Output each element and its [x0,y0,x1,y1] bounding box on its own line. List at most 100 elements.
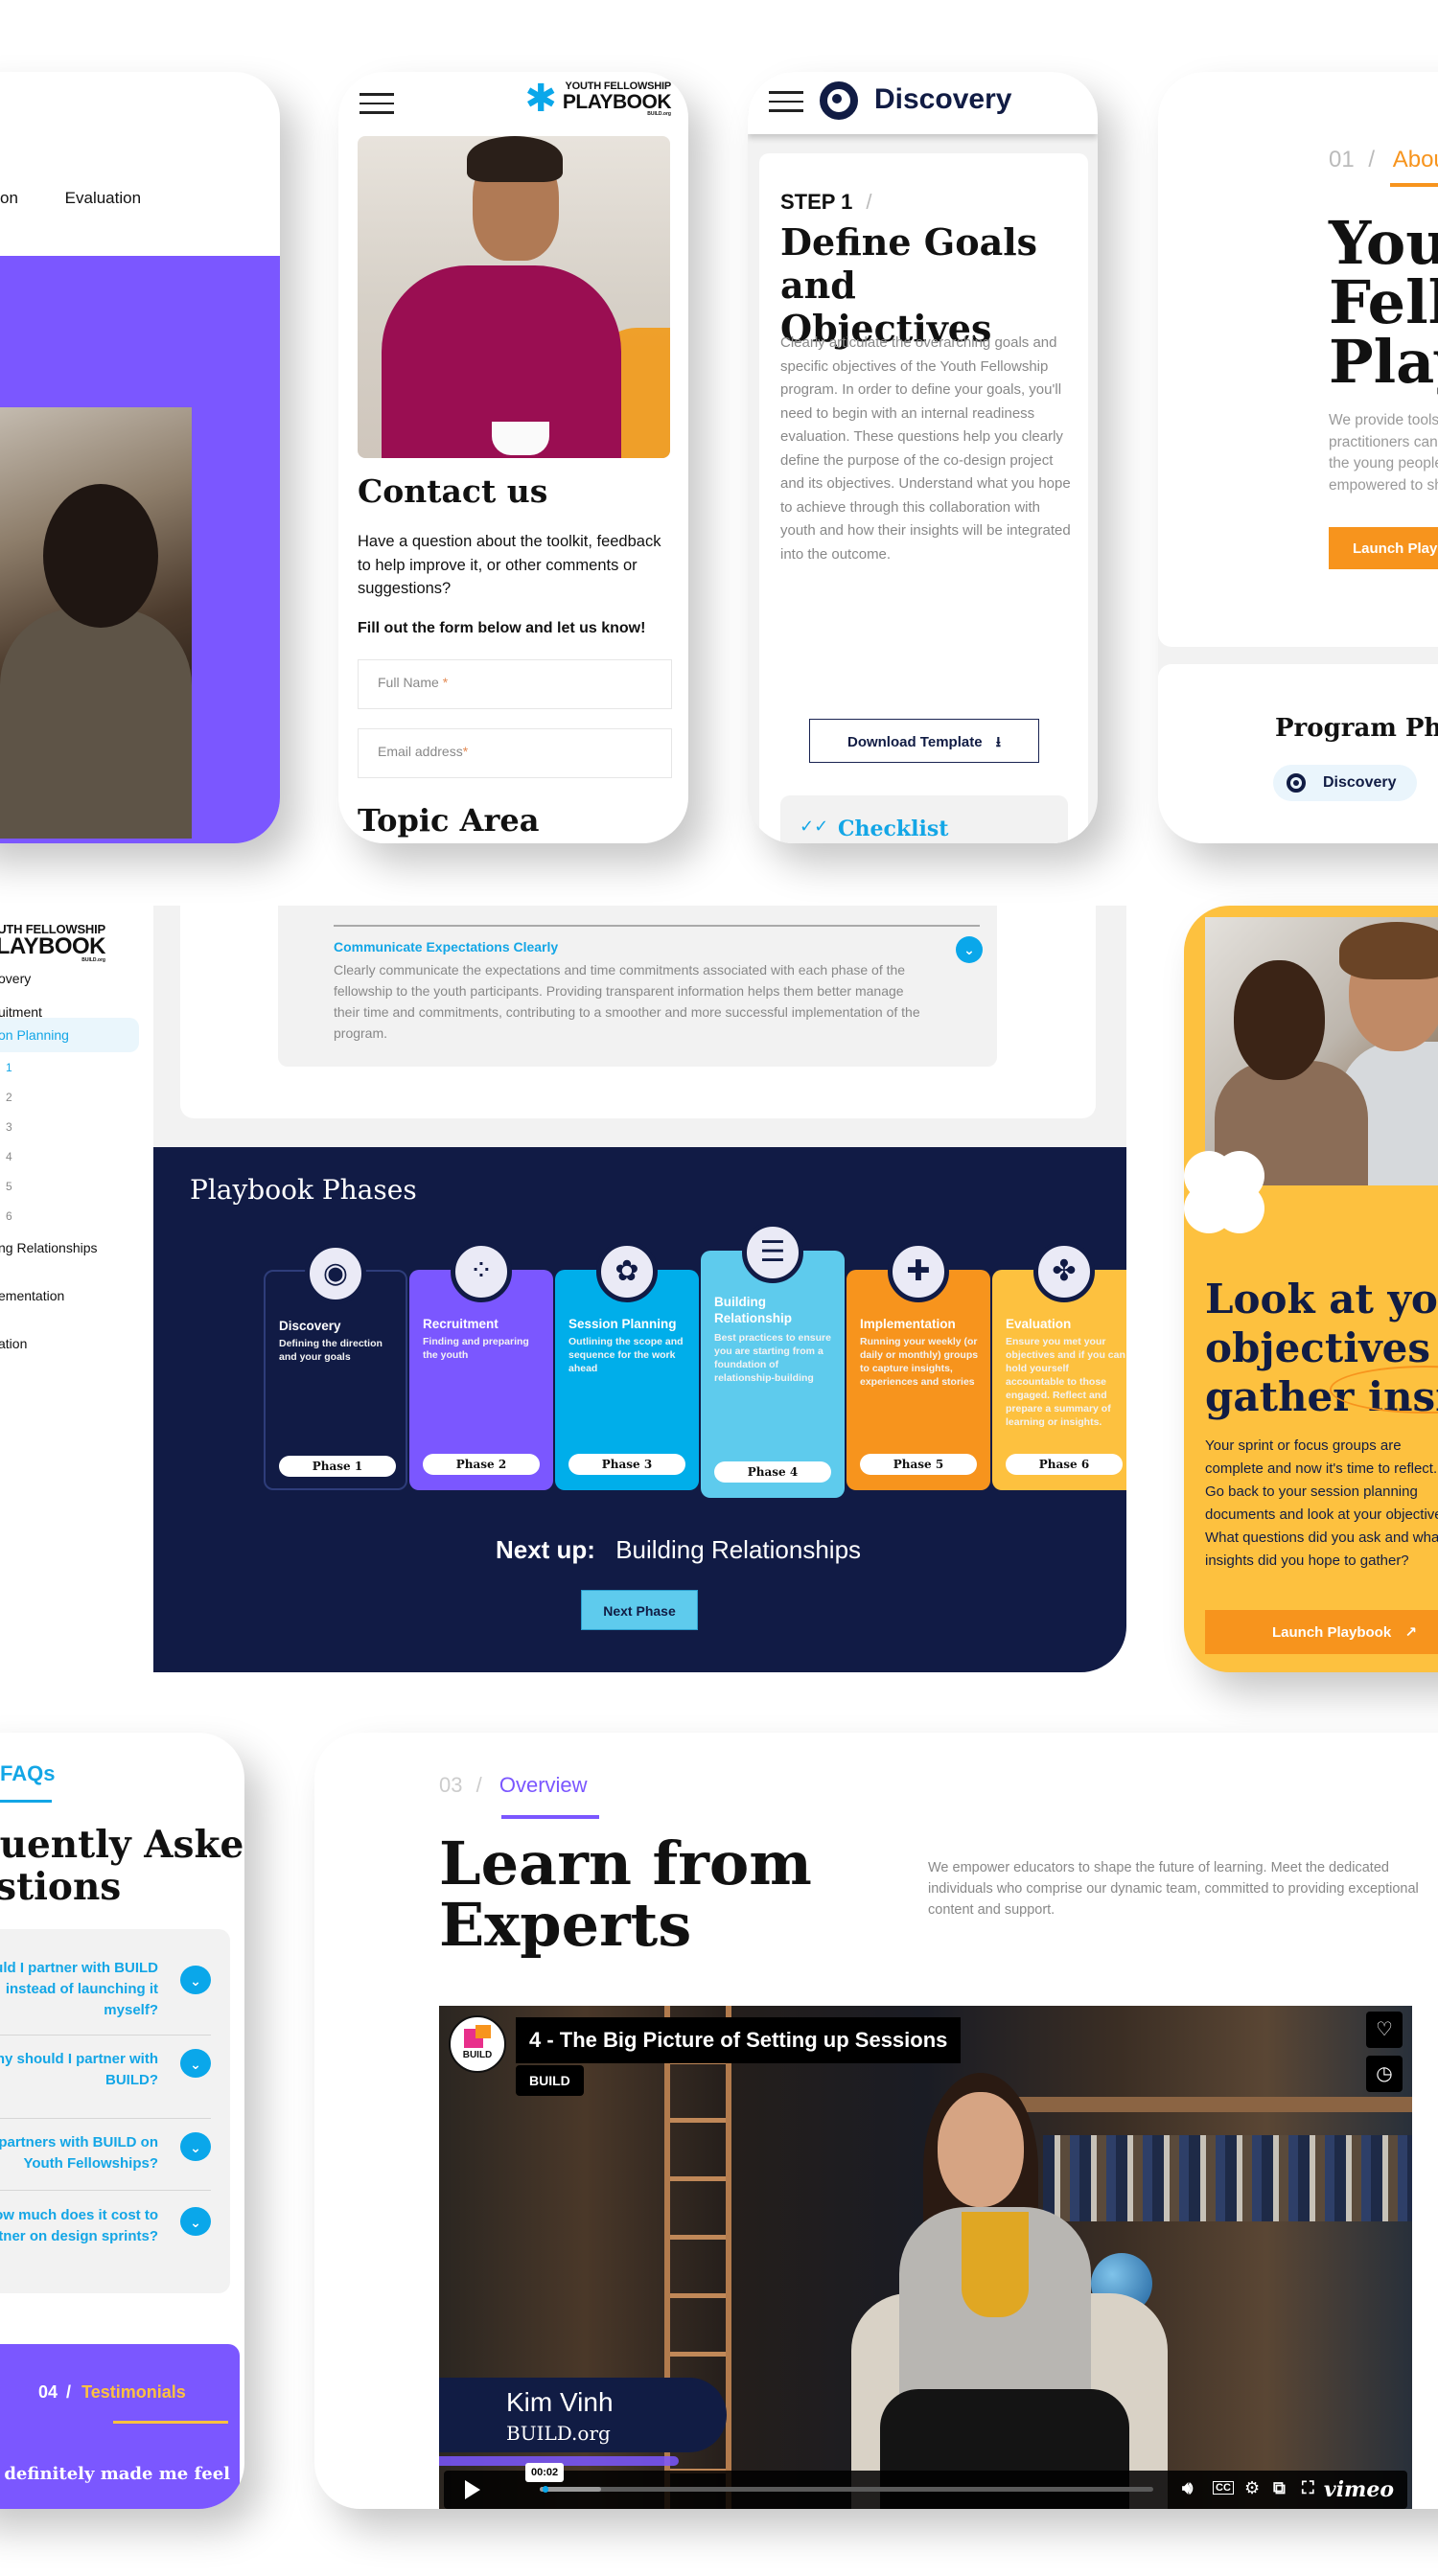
sidebar-item-discovery[interactable]: overy [0,971,31,986]
hamburger-icon[interactable] [769,91,803,114]
phase-button[interactable]: Phase 2 [423,1454,540,1475]
download-label: Download Template [847,734,983,750]
sidebar-item-recruitment[interactable]: uitment [0,1004,42,1020]
email-input[interactable]: Email address* [358,728,672,778]
experts-description: We empower educators to shape the future… [928,1860,1419,1918]
phase-card[interactable]: ⁘ Recruitment Finding and preparing the yo… [409,1241,553,1490]
about-description: We provide tools and resources so practi… [1329,410,1438,496]
settings-gear-icon[interactable]: ⚙ [1244,2478,1260,2498]
sidebar-item-evaluation[interactable]: ation [0,1336,27,1351]
download-icon: ⭳ [995,734,1001,750]
picture-in-picture-icon[interactable]: ⧉ [1273,2478,1286,2498]
sidebar-item-building-relationships[interactable]: ng Relationships [0,1240,98,1255]
phase-card[interactable]: ◉ Discovery Defining the direction and you… [264,1243,407,1490]
section-breadcrumb: 01 / About [1329,147,1438,187]
chevron-down-icon[interactable]: ⌄ [180,2207,211,2236]
faq-question[interactable]: Who partners with BUILD on Youth Fellows… [0,2132,158,2174]
nav-item-evaluation[interactable]: Evaluation [65,189,141,207]
playbook-logo[interactable]: YOUTH FELLOWSHIP PLAYBOOK BUILD.org [0,923,106,963]
speaker-org: BUILD.org [506,2422,611,2445]
phase-pill-discovery[interactable]: Discovery [1273,765,1417,801]
crumb-slash: / [1368,147,1376,172]
phase-button[interactable]: Phase 5 [860,1454,977,1475]
phase-button[interactable]: Phase 3 [568,1454,685,1475]
phase-card[interactable]: ✚ Implementation Running your weekly (or d… [847,1241,990,1490]
chevron-down-icon[interactable]: ⌄ [180,1966,211,1994]
video-scene [962,2212,1029,2317]
program-phases-title: Program Phases [1275,714,1438,743]
accordion-text: Clearly communicate the expectations and… [334,962,920,1041]
full-name-input[interactable]: Full Name * [358,659,672,709]
download-template-button[interactable]: Download Template ⭳ [809,719,1039,763]
chevron-down-icon[interactable]: ⌄ [956,936,983,963]
target-icon [1287,773,1306,793]
volume-icon[interactable]: 🔊︎ [1182,2478,1193,2498]
checklist-title: Checklist [838,816,949,841]
question-line: myself? [104,2002,158,2018]
step-label: STEP 1 / [780,190,872,215]
faq-question[interactable]: How much does it cost to partner on desi… [0,2205,158,2247]
sidebar-subitem-4[interactable]: 4 [6,1150,12,1163]
phase-card[interactable]: ✿ Session Planning Outlining the scope and… [555,1241,699,1490]
sidebar-item-implementation[interactable]: ementation [0,1288,64,1303]
phase-button[interactable]: Phase 1 [279,1456,396,1477]
play-icon[interactable] [465,2480,480,2499]
heading-line: Fellowship [1329,267,1438,337]
faq-divider [0,2190,211,2191]
faq-question[interactable]: Why should I partner with BUILD instead … [0,1958,158,2021]
channel-avatar[interactable]: BUILD [449,2015,506,2073]
buffered-bar [540,2487,601,2492]
full-name-placeholder: Full Name [378,675,439,690]
chevron-down-icon[interactable]: ⌄ [180,2132,211,2161]
playbook-phases-title: Playbook Phases [190,1174,417,1206]
captions-icon[interactable]: CC [1213,2481,1234,2495]
sidebar-subitem-3[interactable]: 3 [6,1120,12,1134]
top-nav: on Evaluation [0,189,183,208]
accordion-title[interactable]: Communicate Expectations Clearly [334,939,558,954]
testimonial-quote: The sprint definitely made me feel [0,2464,230,2484]
sidebar-subitem-6[interactable]: 6 [6,1209,12,1223]
phase-button[interactable]: Phase 4 [714,1461,831,1483]
phase-description: Defining the direction and your goals [279,1338,383,1363]
logo-line-2: PLAYBOOK [0,933,106,959]
sidebar-subitem-2[interactable]: 2 [6,1091,12,1104]
description-line: documents and look at your objectives. [1205,1506,1438,1523]
video-player[interactable]: BUILD 4 - The Big Picture of Setting up … [439,2006,1412,2509]
faq-screen: FAQs Frequently Asked Questions Why shou… [0,1733,244,2509]
next-phase-button[interactable]: Next Phase [581,1590,698,1630]
chevron-down-icon[interactable]: ⌄ [180,2049,211,2078]
overview-breadcrumb: 03 / Overview [439,1773,599,1819]
sidebar-subitem-1[interactable]: 1 [6,1061,12,1074]
launch-playbook-button[interactable]: Launch Playbook ↗ [1205,1610,1438,1654]
phase-card[interactable]: ☰ Building Relationship Best practices to … [701,1222,845,1498]
sidebar-subitem-5[interactable]: 5 [6,1180,12,1193]
crumb-underline [1390,183,1438,187]
faq-question[interactable]: Why should I partner with BUILD? [0,2049,158,2091]
step-heading: Define Goals and Objectives [780,220,1038,350]
video-channel[interactable]: BUILD [516,2065,584,2096]
cross-icon: ✚ [888,1241,949,1302]
phase-description: Ensure you met your objectives and if yo… [1006,1336,1125,1428]
heart-icon[interactable]: ♡ [1366,2012,1403,2048]
video-controls: 00:02 🔊︎ CC ⚙ ⧉ ⛶ vimeo [444,2463,1407,2509]
progress-knob[interactable] [543,2486,549,2493]
checklist-box: ✓✓ Checklist Strategic Alignment ⌄ [780,795,1068,843]
phase-button[interactable]: Phase 6 [1006,1454,1123,1475]
sidebar-item-session-planning[interactable]: on Planning [0,1027,69,1043]
playbook-logo[interactable]: ✱ YOUTH FELLOWSHIP PLAYBOOK BUILD.org [524,80,671,118]
crumb-current: Overview [499,1773,588,1797]
video-title[interactable]: 4 - The Big Picture of Setting up Sessio… [516,2017,962,2063]
nav-item-implementation[interactable]: on [0,189,18,207]
phase-card[interactable]: ✤ Evaluation Ensure you met your objective… [992,1241,1126,1490]
mobile-header: ✱ YOUTH FELLOWSHIP PLAYBOOK BUILD.org [338,72,688,137]
asterisk-logo-icon: ✱ [524,78,557,120]
video-progress-bar[interactable]: 00:02 [525,2463,1153,2493]
description-line: practitioners can co-design with [1329,433,1438,450]
logo-line-1: YOUTH FELLOWSHIP [565,80,672,92]
vimeo-logo[interactable]: vimeo [1324,2477,1394,2502]
next-up: Next up: Building Relationships [153,1535,1126,1565]
launch-playbook-button[interactable]: Launch Playbook [1329,527,1438,569]
hamburger-icon[interactable] [360,93,394,116]
fullscreen-icon[interactable]: ⛶ [1302,2478,1314,2498]
clock-icon[interactable]: ◷ [1366,2056,1403,2092]
